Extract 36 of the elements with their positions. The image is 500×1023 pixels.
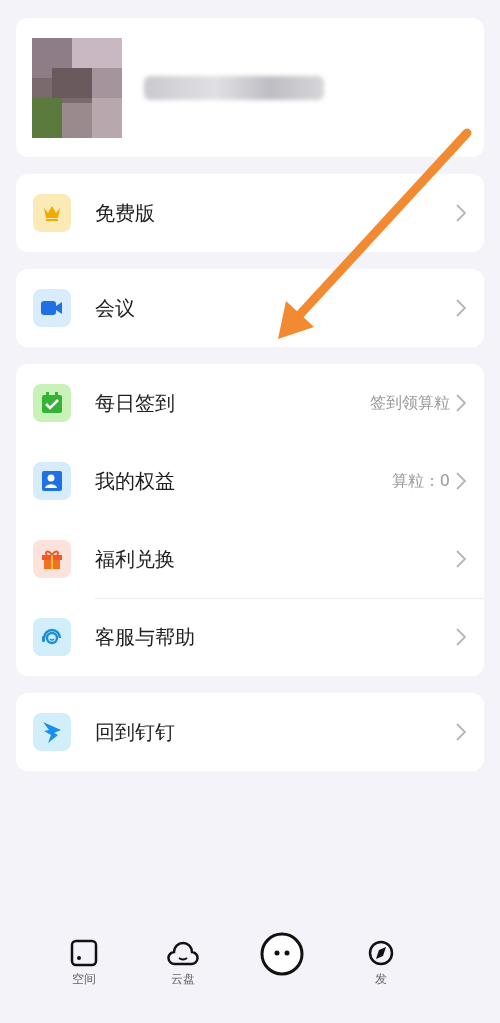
menu-item-label: 回到钉钉 (95, 718, 176, 746)
menu-item-value: 算粒：0 (391, 470, 450, 492)
menu-item-label: 每日签到 (95, 389, 176, 417)
video-camera-icon (40, 299, 64, 317)
chevron-right-icon (456, 204, 466, 222)
menu-item[interactable]: 回到钉钉 (16, 693, 484, 771)
menu-item-label: 我的权益 (95, 467, 176, 495)
crown-icon (42, 204, 62, 222)
tab-label[interactable]: 云盘 (170, 971, 195, 988)
chevron-right-icon (456, 550, 466, 568)
contact-card-icon (41, 470, 63, 492)
compass-icon[interactable] (366, 939, 395, 967)
chevron-right-icon (456, 472, 466, 490)
menu-item-value: 签到领算粒 (370, 392, 450, 414)
cloud-icon[interactable] (166, 939, 199, 967)
tab-label[interactable]: 发 (374, 971, 387, 988)
wing-icon (41, 720, 63, 744)
menu-item-label: 会议 (95, 294, 136, 322)
square-icon[interactable] (69, 939, 98, 967)
menu-item-label: 免费版 (95, 199, 156, 227)
menu-item[interactable]: 我的权益 算粒：0 (16, 442, 484, 520)
menu-item[interactable]: 客服与帮助 (16, 598, 484, 676)
chevron-right-icon (456, 628, 466, 646)
chevron-right-icon (456, 299, 466, 317)
menu-item[interactable]: 每日签到 签到领算粒 (16, 364, 484, 442)
tab-label[interactable]: 空间 (71, 971, 96, 988)
chevron-right-icon (456, 394, 466, 412)
chevron-right-icon (456, 723, 466, 741)
menu-item-label: 客服与帮助 (95, 623, 196, 651)
profile-card[interactable] (16, 18, 484, 157)
menu-item[interactable]: 免费版 (16, 174, 484, 252)
calendar-check-icon (40, 391, 64, 415)
menu-item-label: 福利兑换 (95, 545, 176, 573)
gift-icon (40, 547, 64, 571)
menu-item[interactable]: 福利兑换 (16, 520, 484, 598)
smiley-face-icon[interactable] (258, 931, 305, 977)
